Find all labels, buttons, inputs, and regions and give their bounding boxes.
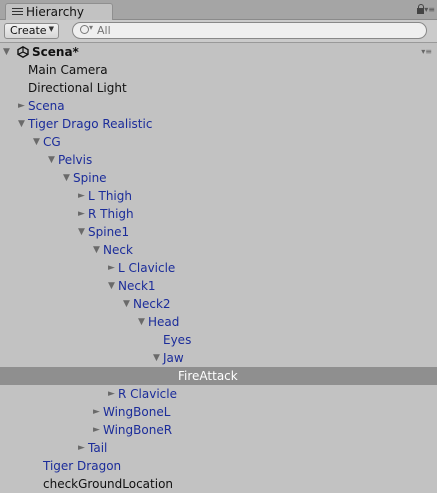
tree-item[interactable]: Eyes bbox=[0, 331, 437, 349]
tree-item[interactable]: ► R Thigh bbox=[0, 205, 437, 223]
expand-arrow-icon[interactable]: ► bbox=[78, 205, 88, 223]
tree-item[interactable]: ▼ CG bbox=[0, 133, 437, 151]
collapse-arrow-icon[interactable]: ▼ bbox=[108, 277, 118, 295]
tree-item-label: WingBoneL bbox=[103, 405, 171, 419]
tree-item[interactable]: ▼ Spine1 bbox=[0, 223, 437, 241]
collapse-arrow-icon[interactable]: ▼ bbox=[123, 295, 133, 313]
scene-row[interactable]: ▼ Scena* ▾≡ bbox=[0, 43, 437, 61]
tree-item[interactable]: ▼ Jaw bbox=[0, 349, 437, 367]
tree-item-label: Pelvis bbox=[58, 153, 93, 167]
tree-item[interactable]: FireAttack bbox=[0, 367, 437, 385]
tree-item-label: R Clavicle bbox=[118, 387, 177, 401]
create-button[interactable]: Create ▼ bbox=[4, 23, 59, 39]
search-filter-dropdown-icon[interactable]: ▾ bbox=[89, 23, 93, 32]
tree-item-label: Head bbox=[148, 315, 180, 329]
tree-item-label: WingBoneR bbox=[103, 423, 173, 437]
tree-item-label: Directional Light bbox=[28, 81, 127, 95]
tree-item[interactable]: ► L Thigh bbox=[0, 187, 437, 205]
tree-item[interactable]: ► L Clavicle bbox=[0, 259, 437, 277]
tree-item[interactable]: ▼ Tiger Drago Realistic bbox=[0, 115, 437, 133]
tree-item[interactable]: ► Scena bbox=[0, 97, 437, 115]
tree-item-label: FireAttack bbox=[178, 369, 238, 383]
tree-item-label: Neck bbox=[103, 243, 133, 257]
tree-item-label: R Thigh bbox=[88, 207, 134, 221]
expand-arrow-icon[interactable]: ► bbox=[108, 259, 118, 277]
collapse-arrow-icon[interactable]: ▼ bbox=[78, 223, 88, 241]
tree-item-label: Tiger Drago Realistic bbox=[28, 117, 153, 131]
tree-item-label: Neck1 bbox=[118, 279, 156, 293]
tree-item[interactable]: Main Camera bbox=[0, 61, 437, 79]
tree-item[interactable]: checkGroundLocation bbox=[0, 475, 437, 493]
tree-item[interactable]: ▼ Pelvis bbox=[0, 151, 437, 169]
dropdown-arrow-icon: ▼ bbox=[48, 25, 54, 33]
tab-hierarchy-label: Hierarchy bbox=[26, 5, 85, 19]
tree-item-label: L Clavicle bbox=[118, 261, 176, 275]
expand-arrow-icon[interactable]: ► bbox=[93, 421, 103, 439]
collapse-arrow-icon[interactable]: ▼ bbox=[48, 151, 58, 169]
panel-menu-icon[interactable]: ▾≡ bbox=[424, 5, 435, 14]
tab-hierarchy[interactable]: Hierarchy bbox=[5, 3, 113, 20]
create-button-label: Create bbox=[10, 24, 47, 37]
expand-arrow-icon[interactable]: ► bbox=[93, 403, 103, 421]
list-icon bbox=[12, 8, 23, 16]
expand-arrow-icon[interactable]: ► bbox=[108, 385, 118, 403]
tree-item[interactable]: ▼ Neck bbox=[0, 241, 437, 259]
tree-item-label: L Thigh bbox=[88, 189, 132, 203]
tree-item-label: Spine1 bbox=[88, 225, 130, 239]
tree-item-label: Spine bbox=[73, 171, 107, 185]
expand-arrow-icon[interactable]: ► bbox=[78, 439, 88, 457]
tree-item[interactable]: ► WingBoneR bbox=[0, 421, 437, 439]
tree-item[interactable]: Tiger Dragon bbox=[0, 457, 437, 475]
expand-arrow-icon[interactable]: ► bbox=[78, 187, 88, 205]
tree-item-label: Neck2 bbox=[133, 297, 171, 311]
collapse-arrow-icon[interactable]: ▼ bbox=[138, 313, 148, 331]
expand-arrow-icon[interactable]: ► bbox=[18, 97, 28, 115]
collapse-arrow-icon[interactable]: ▼ bbox=[33, 133, 43, 151]
tree-item-label: CG bbox=[43, 135, 61, 149]
tree-item-label: Eyes bbox=[163, 333, 192, 347]
tree-item[interactable]: ▼ Neck2 bbox=[0, 295, 437, 313]
collapse-arrow-icon[interactable]: ▼ bbox=[153, 349, 163, 367]
search-field[interactable]: ▾ bbox=[72, 22, 427, 39]
scene-menu-icon[interactable]: ▾≡ bbox=[421, 43, 432, 61]
tree-item[interactable]: ▼ Spine bbox=[0, 169, 437, 187]
collapse-arrow-icon[interactable]: ▼ bbox=[18, 115, 28, 133]
tree-item[interactable]: ▼ Neck1 bbox=[0, 277, 437, 295]
search-input[interactable] bbox=[97, 23, 397, 38]
tree-item-label: Jaw bbox=[163, 351, 184, 365]
scene-name: Scena* bbox=[32, 45, 79, 59]
tree-item-label: Scena bbox=[28, 99, 65, 113]
tree-item[interactable]: ► R Clavicle bbox=[0, 385, 437, 403]
hierarchy-toolbar: Create ▼ ▾ bbox=[0, 20, 437, 43]
unity-logo-icon bbox=[17, 46, 29, 58]
search-icon bbox=[80, 25, 89, 34]
panel-tab-bar: Hierarchy ▾≡ bbox=[0, 0, 437, 20]
tree-item-label: checkGroundLocation bbox=[43, 477, 174, 491]
tree-item[interactable]: ► WingBoneL bbox=[0, 403, 437, 421]
tree-item-label: Main Camera bbox=[28, 63, 108, 77]
tree-item-label: Tail bbox=[88, 441, 108, 455]
tree-item[interactable]: Directional Light bbox=[0, 79, 437, 97]
collapse-arrow-icon[interactable]: ▼ bbox=[93, 241, 103, 259]
expand-arrow-icon[interactable]: ▼ bbox=[3, 43, 13, 61]
tree-item[interactable]: ▼ Head bbox=[0, 313, 437, 331]
collapse-arrow-icon[interactable]: ▼ bbox=[63, 169, 73, 187]
tree-item-label: Tiger Dragon bbox=[43, 459, 122, 473]
tree-item[interactable]: ► Tail bbox=[0, 439, 437, 457]
